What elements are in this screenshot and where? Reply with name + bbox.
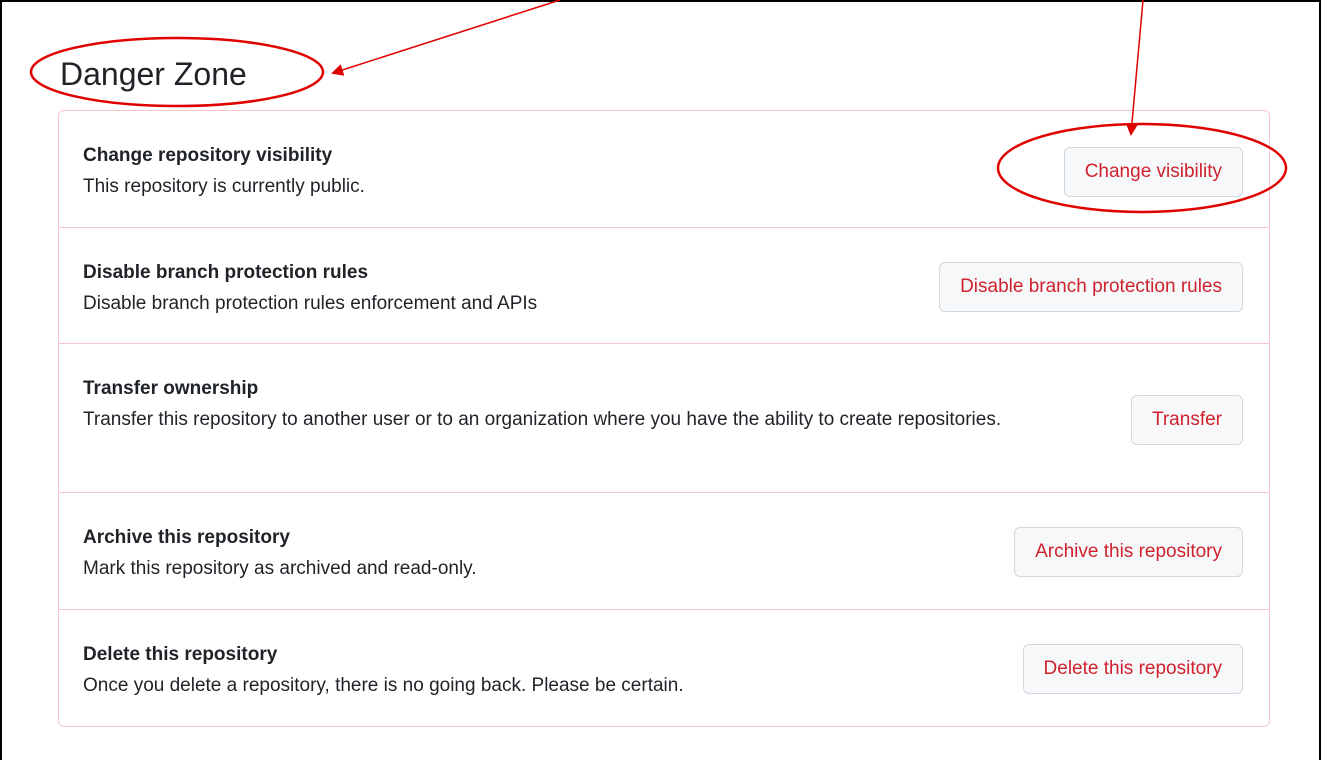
row-transfer-ownership: Transfer ownership Transfer this reposit… <box>59 344 1269 493</box>
disable-branch-protection-button[interactable]: Disable branch protection rules <box>939 262 1243 312</box>
row-title: Archive this repository <box>83 527 290 548</box>
row-description: Disable branch protection rules enforcem… <box>83 293 538 314</box>
row-title: Transfer ownership <box>83 378 259 399</box>
delete-repository-button[interactable]: Delete this repository <box>1022 644 1243 694</box>
danger-zone-panel: Change repository visibility This reposi… <box>58 110 1270 727</box>
row-description: Transfer this repository to another user… <box>83 409 1002 430</box>
row-disable-branch-protection: Disable branch protection rules Disable … <box>59 228 1269 344</box>
row-archive-repository: Archive this repository Mark this reposi… <box>59 493 1269 610</box>
transfer-button[interactable]: Transfer <box>1130 395 1243 445</box>
row-title: Change repository visibility <box>83 145 333 166</box>
row-description: This repository is currently public. <box>83 176 365 197</box>
danger-zone-title: Danger Zone <box>60 56 247 92</box>
row-description: Once you delete a repository, there is n… <box>83 675 684 696</box>
row-change-visibility: Change repository visibility This reposi… <box>59 111 1269 228</box>
change-visibility-button[interactable]: Change visibility <box>1063 147 1243 197</box>
row-description: Mark this repository as archived and rea… <box>83 558 477 579</box>
row-title: Delete this repository <box>83 644 278 665</box>
row-title: Disable branch protection rules <box>83 262 369 283</box>
row-delete-repository: Delete this repository Once you delete a… <box>59 610 1269 727</box>
archive-repository-button[interactable]: Archive this repository <box>1014 527 1243 577</box>
